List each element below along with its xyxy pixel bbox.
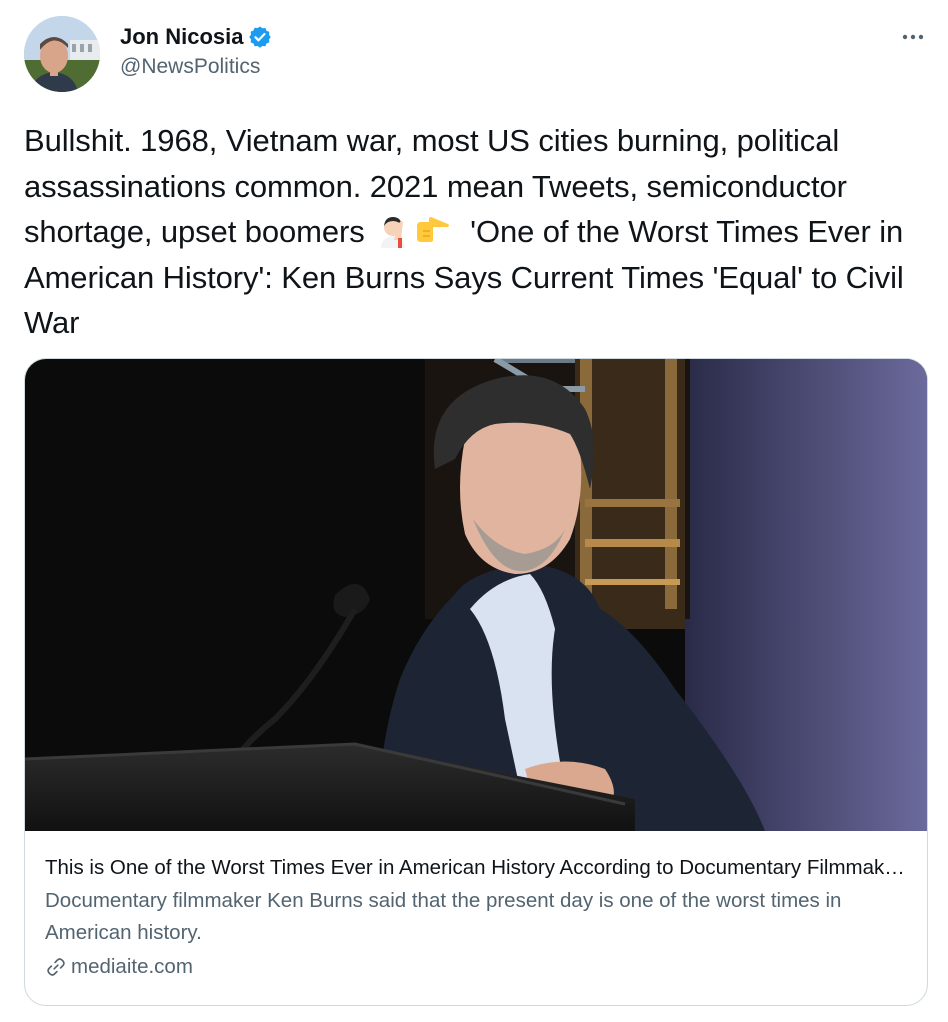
avatar[interactable] (24, 16, 100, 92)
facepalm-emoji (375, 214, 411, 248)
link-preview-card[interactable]: This is One of the Worst Times Ever in A… (24, 358, 928, 1006)
card-image[interactable] (25, 359, 927, 831)
pointing-right-emoji (415, 214, 451, 248)
card-info: This is One of the Worst Times Ever in A… (45, 853, 915, 979)
author-handle[interactable]: @NewsPolitics (120, 55, 272, 79)
card-description: Documentary filmmaker Ken Burns said tha… (45, 889, 842, 944)
card-title[interactable]: This is One of the Worst Times Ever in A… (45, 853, 915, 883)
author-display-name[interactable]: Jon Nicosia (120, 24, 243, 50)
verified-badge-icon (248, 25, 272, 49)
tweet-header: Jon Nicosia @NewsPolitics (24, 16, 928, 92)
card-domain-row[interactable]: mediaite.com (45, 955, 915, 979)
link-icon (45, 956, 67, 978)
more-options-icon[interactable] (898, 22, 928, 52)
tweet-text: Bullshit. 1968, Vietnam war, most US cit… (24, 118, 932, 346)
card-domain[interactable]: mediaite.com (71, 955, 193, 979)
